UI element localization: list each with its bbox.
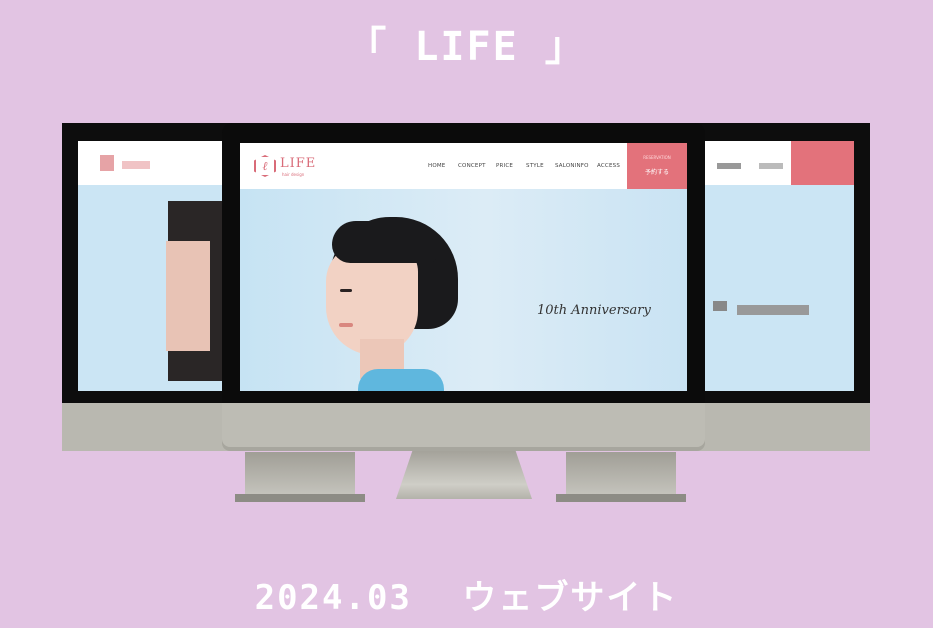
reserve-button-label: 予約する	[644, 169, 669, 176]
left-blurred-face	[166, 241, 210, 351]
hero-anniversary-text: 10th Anniversary	[537, 303, 651, 318]
right-blurred-text-2	[737, 305, 809, 315]
nav-concept[interactable]: CONCEPT	[458, 163, 486, 169]
reserve-button-sub: RESERVATION	[643, 155, 671, 160]
hero-person-bangs	[332, 221, 436, 263]
nav-price[interactable]: PRICE	[496, 163, 513, 169]
right-monitor-screen	[695, 141, 854, 391]
right-blurred-cta	[791, 141, 854, 185]
nav-home[interactable]: HOME	[428, 163, 446, 169]
left-monitor-header	[78, 141, 232, 185]
logo-mark: ℓ	[262, 159, 268, 173]
main-monitor: ℓ LIFE hair design HOME CONCEPT PRICE ST…	[222, 123, 705, 451]
page-title: 「 LIFE 」	[346, 24, 587, 70]
nav-style[interactable]: STYLE	[526, 163, 544, 169]
left-stand-foot	[235, 494, 365, 502]
hero-person-shirt	[358, 369, 444, 391]
right-blurred-text-1	[713, 301, 727, 311]
right-monitor-chin	[695, 403, 870, 451]
main-monitor-chin	[222, 403, 705, 451]
main-monitor-bezel: ℓ LIFE hair design HOME CONCEPT PRICE ST…	[222, 123, 705, 403]
left-monitor-bezel	[62, 123, 232, 403]
site-brand-sub: hair design	[282, 172, 305, 177]
main-monitor-stand	[396, 451, 532, 499]
left-blurred-brand	[122, 161, 150, 169]
left-monitor	[62, 123, 232, 453]
right-blurred-nav-1	[717, 163, 741, 169]
site-header: ℓ LIFE hair design HOME CONCEPT PRICE ST…	[240, 143, 687, 189]
hero-person-lips	[339, 323, 353, 327]
reserve-button[interactable]: RESERVATION 予約する	[627, 143, 687, 189]
right-monitor-stand	[556, 452, 686, 502]
nav-access[interactable]: ACCESS	[597, 163, 620, 169]
right-monitor-bezel	[695, 123, 870, 403]
hero-person-eye	[340, 289, 352, 292]
right-monitor-header	[695, 141, 854, 185]
left-monitor-screen	[78, 141, 232, 391]
page-footer: 2024.03 ウェブサイト	[0, 570, 933, 619]
left-monitor-stand	[235, 452, 365, 502]
site-brand[interactable]: LIFE	[280, 156, 316, 171]
right-blurred-nav-2	[759, 163, 783, 169]
footer-date: 2024.03	[254, 578, 412, 618]
left-monitor-chin	[62, 403, 232, 451]
left-blurred-logo	[100, 155, 114, 171]
right-monitor	[695, 123, 870, 453]
footer-label: ウェブサイト	[462, 578, 679, 618]
nav-saloninfo[interactable]: SALONINFO	[555, 163, 589, 169]
website-screen: ℓ LIFE hair design HOME CONCEPT PRICE ST…	[240, 143, 687, 391]
right-stand-foot	[556, 494, 686, 502]
